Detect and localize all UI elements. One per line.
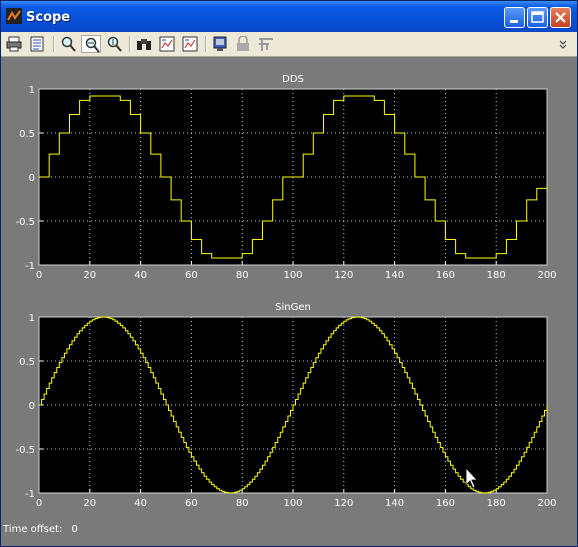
y-tick-label: 0 <box>29 401 35 412</box>
x-tick-label: 20 <box>83 498 96 509</box>
minimize-icon <box>510 20 518 23</box>
x-tick-label: 60 <box>185 498 198 509</box>
maximize-button[interactable] <box>527 7 548 28</box>
close-button[interactable] <box>550 7 571 28</box>
x-tick-label: 60 <box>185 270 198 281</box>
x-tick-label: 80 <box>236 498 249 509</box>
zoom-button[interactable] <box>58 35 78 53</box>
scope-window: Scope DDS 0 20 40 60 80 100 120 140 160 … <box>0 0 578 547</box>
status-bar: Time offset: 0 <box>3 524 84 535</box>
toolbar-separator <box>53 36 55 52</box>
x-tick-label: 20 <box>83 270 96 281</box>
y-tick-label: 1 <box>29 313 35 324</box>
x-tick-label: 120 <box>334 270 353 281</box>
x-tick-label: 180 <box>487 270 506 281</box>
x-tick-label: 0 <box>36 270 42 281</box>
save-axes-settings-icon <box>159 36 175 52</box>
zoom-y-icon <box>107 36 122 52</box>
y-tick-label: -0.5 <box>15 445 35 456</box>
restore-axes-settings-button[interactable] <box>180 35 200 53</box>
matlab-scope-icon <box>6 8 22 24</box>
x-tick-label: 40 <box>134 498 147 509</box>
x-tick-label: 100 <box>283 498 302 509</box>
y-tick-label: 1 <box>29 85 35 96</box>
toolbar-overflow-icon[interactable] <box>557 37 569 51</box>
window-title: Scope <box>26 10 71 25</box>
maximize-icon <box>531 11 544 23</box>
x-tick-label: 200 <box>537 498 556 509</box>
signal-selection-button[interactable] <box>256 35 276 53</box>
zoom-y-button[interactable] <box>104 35 124 53</box>
plot-area: DDS 0 20 40 60 80 100 120 140 160 180 200 1 0.5 0 -0.5-… <box>1 57 577 546</box>
lock-axes-button[interactable] <box>233 35 253 53</box>
x-tick-label: 40 <box>134 270 147 281</box>
toolbar-separator <box>129 36 131 52</box>
toolbar-separator <box>205 36 207 52</box>
x-tick-label: 100 <box>283 270 302 281</box>
close-icon <box>555 12 566 23</box>
floating-scope-icon <box>213 36 227 51</box>
save-axes-settings-button[interactable] <box>157 35 177 53</box>
parameters-icon <box>30 36 44 52</box>
x-tick-label: 160 <box>436 270 455 281</box>
y-tick-label: 0 <box>29 173 35 184</box>
axes-title: DDS <box>282 74 304 85</box>
scope-axes-canvas[interactable]: DDS0 20 40 60 80 100 120 140 160 180 20010.50-0.5-… <box>1 57 577 523</box>
x-tick-label: 180 <box>487 498 506 509</box>
x-tick-label: 140 <box>385 498 404 509</box>
toolbar <box>1 32 577 57</box>
lock-axes-icon <box>237 36 249 51</box>
time-offset-value: 0 <box>71 524 78 535</box>
minimize-button[interactable] <box>504 7 525 28</box>
x-tick-label: 80 <box>236 270 249 281</box>
zoom-x-button[interactable] <box>81 35 101 53</box>
y-tick-label: -1 <box>25 489 35 500</box>
autoscale-binoculars-icon <box>137 39 151 50</box>
x-tick-label: 120 <box>334 498 353 509</box>
y-tick-label: -0.5 <box>15 217 35 228</box>
print-icon <box>6 36 22 52</box>
parameters-button[interactable] <box>27 35 47 53</box>
restore-axes-settings-icon <box>182 36 198 52</box>
axes-title: SinGen <box>275 302 311 313</box>
floating-scope-button[interactable] <box>210 35 230 53</box>
signal-selection-icon <box>259 38 273 51</box>
title-bar[interactable]: Scope <box>1 1 577 32</box>
zoom-x-icon <box>85 37 100 53</box>
y-tick-label: 0.5 <box>19 357 35 368</box>
y-tick-label: 0.5 <box>19 129 35 140</box>
zoom-icon <box>61 36 76 52</box>
x-tick-label: 200 <box>537 270 556 281</box>
time-offset-label: Time offset: <box>3 524 63 535</box>
x-tick-label: 140 <box>385 270 404 281</box>
print-button[interactable] <box>4 35 24 53</box>
autoscale-button[interactable] <box>134 35 154 53</box>
x-tick-label: 160 <box>436 498 455 509</box>
x-tick-label: 0 <box>36 498 42 509</box>
y-tick-label: -1 <box>25 261 35 272</box>
